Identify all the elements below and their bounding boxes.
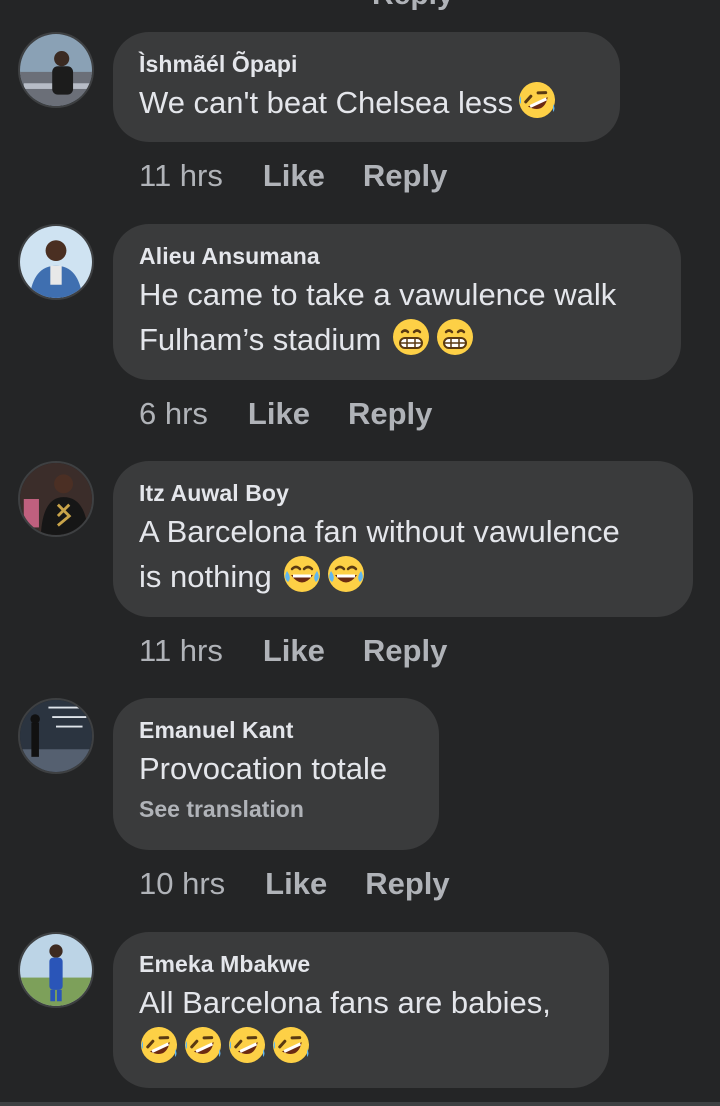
comment-text: We can't beat Chelsea less — [139, 80, 594, 125]
avatar[interactable] — [18, 32, 94, 108]
comment-actions: 10 hrs Like Reply — [139, 866, 450, 902]
comment-line: Fulham’s stadium — [139, 322, 382, 357]
avatar-photo-icon — [20, 226, 92, 298]
comment-line: is nothing — [139, 559, 272, 594]
avatar[interactable] — [18, 698, 94, 774]
rofl-emoji-icon — [139, 1025, 179, 1065]
like-button[interactable]: Like — [263, 633, 325, 669]
avatar[interactable] — [18, 932, 94, 1008]
comment-timestamp[interactable]: 11 hrs — [139, 633, 223, 669]
comment-timestamp[interactable]: 10 hrs — [139, 866, 225, 902]
comment-bubble: Alieu Ansumana He came to take a vawulen… — [113, 224, 681, 380]
reply-button[interactable]: Reply — [363, 158, 447, 194]
see-translation-link[interactable]: See translation — [139, 795, 413, 823]
comment-author[interactable]: Emanuel Kant — [139, 716, 413, 744]
comment-actions: 11 hrs Like Reply — [139, 633, 447, 669]
comment-author[interactable]: Alieu Ansumana — [139, 242, 655, 270]
bottom-divider — [0, 1102, 720, 1106]
joy-emoji-icon — [282, 554, 322, 594]
reply-button[interactable]: Reply — [348, 396, 432, 432]
like-button[interactable]: Like — [263, 158, 325, 194]
comment-bubble: Ìshmãél Õpapi We can't beat Chelsea less — [113, 32, 620, 142]
comment-timestamp[interactable]: 6 hrs — [139, 396, 208, 432]
comment-author[interactable]: Ìshmãél Õpapi — [139, 50, 594, 78]
comment-actions: 6 hrs Like Reply — [139, 396, 432, 432]
comment-line: Provocation totale — [139, 751, 388, 786]
reply-button[interactable]: Reply — [363, 633, 447, 669]
comment-actions: 11 hrs Like Reply — [139, 158, 447, 194]
rofl-emoji-icon — [227, 1025, 267, 1065]
rofl-emoji-icon — [517, 80, 557, 120]
comment-text: A Barcelona fan without vawulence is not… — [139, 509, 667, 599]
comment-author[interactable]: Emeka Mbakwe — [139, 950, 583, 978]
rofl-emoji-icon — [271, 1025, 311, 1065]
joy-emoji-icon — [326, 554, 366, 594]
rofl-emoji-icon — [183, 1025, 223, 1065]
comment-author[interactable]: Itz Auwal Boy — [139, 479, 667, 507]
avatar-photo-icon — [20, 34, 92, 106]
avatar[interactable] — [18, 224, 94, 300]
comment-line: All Barcelona fans are babies, — [139, 985, 551, 1020]
comment-line: We can't beat Chelsea less — [139, 85, 514, 120]
comment-text: He came to take a vawulence walk Fulham’… — [139, 272, 655, 362]
avatar-photo-icon — [20, 934, 92, 1006]
comment-bubble: Itz Auwal Boy A Barcelona fan without va… — [113, 461, 693, 617]
comment-line: A Barcelona fan without vawulence — [139, 514, 620, 549]
avatar-photo-icon — [20, 463, 92, 535]
grin-emoji-icon — [391, 317, 431, 357]
comment-text: All Barcelona fans are babies, — [139, 980, 583, 1070]
comment-bubble: Emeka Mbakwe All Barcelona fans are babi… — [113, 932, 609, 1088]
comment-bubble: Emanuel Kant Provocation totale See tran… — [113, 698, 439, 850]
comment-text: Provocation totale — [139, 746, 413, 791]
grin-emoji-icon — [435, 317, 475, 357]
like-button[interactable]: Like — [248, 396, 310, 432]
comment-timestamp[interactable]: 11 hrs — [139, 158, 223, 194]
comment-line: He came to take a vawulence walk — [139, 277, 617, 312]
reply-button[interactable]: Reply — [365, 866, 449, 902]
avatar[interactable] — [18, 461, 94, 537]
previous-reply-link-fragment[interactable]: Reply — [372, 0, 454, 12]
avatar-photo-icon — [20, 700, 92, 772]
like-button[interactable]: Like — [265, 866, 327, 902]
